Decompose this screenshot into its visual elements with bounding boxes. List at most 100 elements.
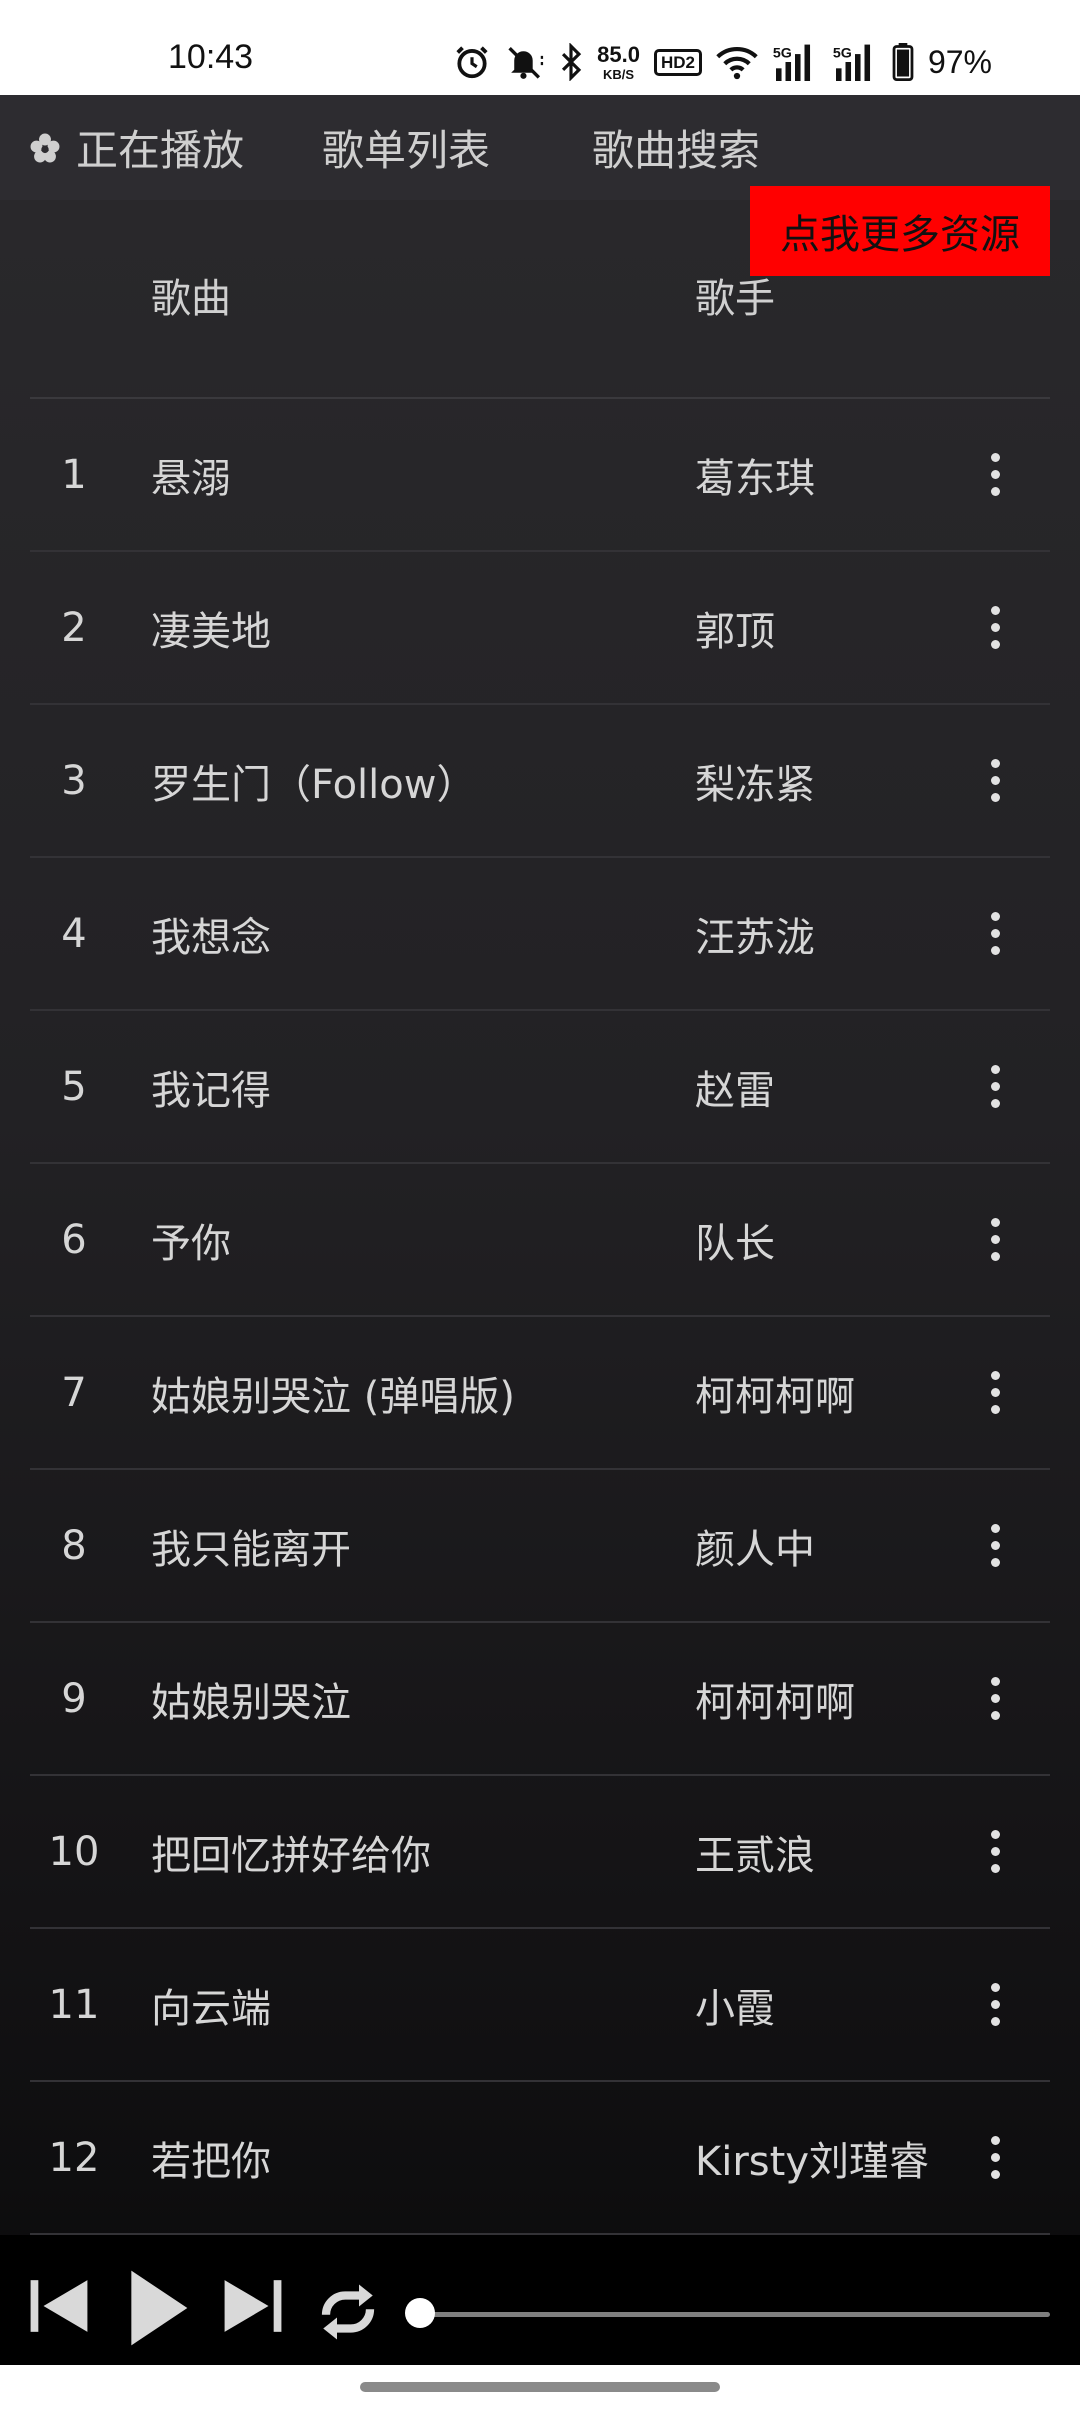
more-options-icon[interactable] xyxy=(965,1164,1025,1315)
more-options-dot xyxy=(990,1677,1000,1686)
status-icons: 85.0 KB/S HD2 5G 5G 97% xyxy=(453,40,992,84)
song-artist[interactable]: 王贰浪 xyxy=(695,1776,815,1927)
song-title[interactable]: 罗生门（Follow） xyxy=(151,705,476,856)
mute-icon xyxy=(505,43,545,81)
song-row[interactable]: 5 我记得 赵雷 xyxy=(30,1011,1050,1164)
song-title[interactable]: 若把你 xyxy=(151,2082,271,2233)
top-nav: 正在播放 歌单列表 歌曲搜索 xyxy=(0,95,1080,200)
status-bar: 10:43 85.0 KB/S HD2 5G 5G 97% xyxy=(0,0,1080,95)
song-artist[interactable]: 柯柯柯啊 xyxy=(695,1317,855,1468)
progress-knob[interactable] xyxy=(405,2298,435,2328)
more-options-dot xyxy=(990,1983,1000,1992)
more-options-icon[interactable] xyxy=(965,1470,1025,1621)
song-number: 6 xyxy=(61,1216,87,1263)
previous-icon[interactable] xyxy=(28,2275,90,2337)
song-number: 5 xyxy=(61,1063,87,1110)
song-artist[interactable]: Kirsty刘瑾睿 xyxy=(695,2082,929,2233)
song-title[interactable]: 凄美地 xyxy=(151,552,271,703)
more-options-dot xyxy=(990,2153,1000,2162)
song-artist[interactable]: 赵雷 xyxy=(695,1011,775,1162)
more-options-dot xyxy=(990,1694,1000,1703)
more-options-dot xyxy=(990,1558,1000,1567)
song-title[interactable]: 向云端 xyxy=(151,1929,271,2080)
song-number: 2 xyxy=(61,604,87,651)
song-row[interactable]: 2 凄美地 郭顶 xyxy=(30,552,1050,705)
battery-icon xyxy=(892,43,914,81)
song-row[interactable]: 10 把回忆拼好给你 王贰浪 xyxy=(30,1776,1050,1929)
more-options-icon[interactable] xyxy=(965,552,1025,703)
more-options-dot xyxy=(990,623,1000,632)
tab-song-search[interactable]: 歌曲搜索 xyxy=(592,95,760,200)
more-options-dot xyxy=(990,1388,1000,1397)
more-options-dot xyxy=(990,1065,1000,1074)
song-list[interactable]: 1 悬溺 葛东琪 2 凄美地 郭顶 3 罗生门（Follow） 梨冻紧 4 我想念 汪苏泷 5 我记得 赵雷… xyxy=(30,397,1050,2252)
more-options-icon[interactable] xyxy=(965,1623,1025,1774)
song-artist[interactable]: 梨冻紧 xyxy=(695,705,815,856)
more-options-icon[interactable] xyxy=(965,705,1025,856)
song-row[interactable]: 1 悬溺 葛东琪 xyxy=(30,399,1050,552)
song-artist[interactable]: 队长 xyxy=(695,1164,775,1315)
more-options-dot xyxy=(990,1541,1000,1550)
song-title[interactable]: 予你 xyxy=(151,1164,231,1315)
song-row[interactable]: 3 罗生门（Follow） 梨冻紧 xyxy=(30,705,1050,858)
progress-track[interactable] xyxy=(420,2312,1050,2317)
more-options-icon[interactable] xyxy=(965,399,1025,550)
tab-now-playing[interactable]: 正在播放 xyxy=(28,95,244,200)
next-icon[interactable] xyxy=(222,2275,284,2337)
more-options-dot xyxy=(990,487,1000,496)
more-options-dot xyxy=(990,1252,1000,1261)
song-artist[interactable]: 颜人中 xyxy=(695,1470,815,1621)
song-title[interactable]: 我想念 xyxy=(151,858,271,1009)
song-number: 11 xyxy=(48,1981,100,2028)
more-options-icon[interactable] xyxy=(965,1011,1025,1162)
wifi-icon xyxy=(716,44,758,80)
alarm-icon xyxy=(453,43,491,81)
tab-now-playing-label: 正在播放 xyxy=(76,126,245,175)
song-row[interactable]: 4 我想念 汪苏泷 xyxy=(30,858,1050,1011)
song-number: 12 xyxy=(48,2134,100,2181)
song-number: 4 xyxy=(61,910,87,957)
song-row[interactable]: 6 予你 队长 xyxy=(30,1164,1050,1317)
song-number: 3 xyxy=(61,757,87,804)
more-options-icon[interactable] xyxy=(965,1776,1025,1927)
svg-text:5G: 5G xyxy=(833,45,852,61)
song-artist[interactable]: 小霞 xyxy=(695,1929,775,2080)
song-title[interactable]: 姑娘别哭泣 xyxy=(151,1623,351,1774)
song-row[interactable]: 12 若把你 Kirsty刘瑾睿 xyxy=(30,2082,1050,2235)
table-header: 歌曲 歌手 xyxy=(30,225,1050,365)
more-options-icon[interactable] xyxy=(965,858,1025,1009)
song-artist[interactable]: 汪苏泷 xyxy=(695,858,815,1009)
song-number: 9 xyxy=(61,1675,87,1722)
song-artist[interactable]: 柯柯柯啊 xyxy=(695,1623,855,1774)
tab-song-search-label: 歌曲搜索 xyxy=(592,126,761,175)
more-options-dot xyxy=(990,1405,1000,1414)
song-title[interactable]: 姑娘别哭泣 (弹唱版) xyxy=(151,1317,515,1468)
song-row[interactable]: 7 姑娘别哭泣 (弹唱版) 柯柯柯啊 xyxy=(30,1317,1050,1470)
more-options-dot xyxy=(990,2017,1000,2026)
screen: 10:43 85.0 KB/S HD2 5G 5G 97% 正在播放 歌单列表 … xyxy=(0,0,1080,2412)
tab-playlist[interactable]: 歌单列表 xyxy=(322,95,490,200)
repeat-icon[interactable] xyxy=(312,2279,384,2345)
song-title[interactable]: 我记得 xyxy=(151,1011,271,1162)
more-options-dot xyxy=(990,793,1000,802)
song-title[interactable]: 我只能离开 xyxy=(151,1470,351,1621)
net-speed: 85.0 KB/S xyxy=(597,43,640,82)
song-row[interactable]: 8 我只能离开 颜人中 xyxy=(30,1470,1050,1623)
song-artist[interactable]: 郭顶 xyxy=(695,552,775,703)
play-icon[interactable] xyxy=(126,2267,190,2349)
song-row[interactable]: 9 姑娘别哭泣 柯柯柯啊 xyxy=(30,1623,1050,1776)
more-options-icon[interactable] xyxy=(965,2082,1025,2233)
more-options-icon[interactable] xyxy=(965,1317,1025,1468)
song-artist[interactable]: 葛东琪 xyxy=(695,399,815,550)
more-options-icon[interactable] xyxy=(965,1929,1025,2080)
more-options-dot xyxy=(990,929,1000,938)
more-options-dot xyxy=(990,1864,1000,1873)
song-row[interactable]: 11 向云端 小霞 xyxy=(30,1929,1050,2082)
home-indicator[interactable] xyxy=(360,2382,720,2392)
more-options-dot xyxy=(990,759,1000,768)
song-number: 1 xyxy=(61,451,87,498)
song-title[interactable]: 悬溺 xyxy=(151,399,231,550)
song-number: 8 xyxy=(61,1522,87,1569)
net-speed-unit: KB/S xyxy=(602,66,635,82)
song-title[interactable]: 把回忆拼好给你 xyxy=(151,1776,431,1927)
